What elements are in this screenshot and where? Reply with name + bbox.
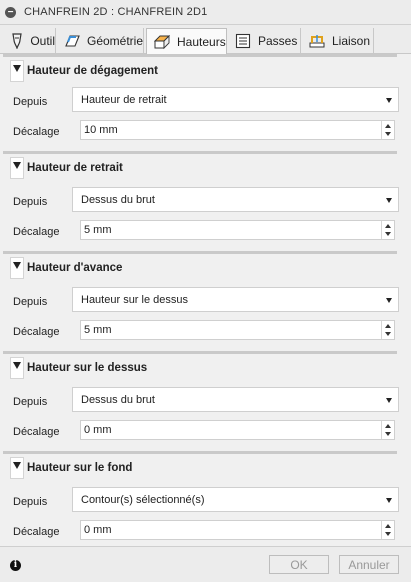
arrow-down-icon[interactable] [385, 232, 391, 236]
arrow-up-icon[interactable] [385, 324, 391, 328]
from-select-value: Hauteur sur le dessus [81, 293, 188, 306]
offset-value: 0 mm [84, 524, 112, 536]
tab-bar: Outil Géométrie Hauteurs Passes Liaison [0, 25, 411, 55]
arrow-down-icon[interactable] [385, 532, 391, 536]
passes-icon [234, 32, 252, 50]
from-select-value: Hauteur de retrait [81, 93, 167, 106]
group-title: Hauteur de retrait [27, 162, 123, 174]
stepper-buttons[interactable] [381, 121, 394, 139]
tab-geometrie-label: Géométrie [87, 34, 144, 48]
from-select[interactable]: Hauteur sur le dessus [72, 287, 399, 312]
tool-icon [9, 32, 24, 50]
from-label: Depuis [13, 496, 48, 508]
offset-label: Décalage [13, 326, 60, 338]
chevron-down-icon [386, 198, 392, 203]
from-label: Depuis [13, 196, 48, 208]
tab-passes[interactable]: Passes [228, 28, 301, 54]
heights-panel: Hauteur de dégagement Depuis Hauteur de … [0, 54, 411, 546]
chevron-down-icon [386, 298, 392, 303]
cancel-button[interactable]: Annuler [339, 555, 399, 574]
dialog-title: CHANFREIN 2D : CHANFREIN 2D1 [24, 6, 208, 18]
geometry-icon [63, 32, 81, 50]
triangle-down-icon [13, 462, 21, 469]
group-title: Hauteur d'avance [27, 262, 123, 274]
group-title: Hauteur sur le fond [27, 462, 133, 474]
offset-stepper[interactable]: 0 mm [80, 420, 395, 440]
tab-geometrie[interactable]: Géométrie [57, 28, 144, 54]
offset-stepper[interactable]: 0 mm [80, 520, 395, 540]
group-header[interactable]: Hauteur de dégagement [10, 60, 158, 82]
group-top-height: Hauteur sur le dessus Depuis Dessus du b… [3, 351, 399, 451]
arrow-up-icon[interactable] [385, 224, 391, 228]
chevron-down-icon [386, 398, 392, 403]
group-header[interactable]: Hauteur sur le fond [10, 457, 132, 479]
heights-icon [153, 33, 171, 51]
offset-label: Décalage [13, 226, 60, 238]
chevron-down-icon [386, 498, 392, 503]
from-label: Depuis [13, 396, 48, 408]
tab-liaison[interactable]: Liaison [302, 28, 374, 54]
offset-value: 10 mm [84, 124, 118, 136]
arrow-down-icon[interactable] [385, 332, 391, 336]
tab-liaison-label: Liaison [332, 34, 371, 48]
ok-button[interactable]: OK [269, 555, 329, 574]
group-header[interactable]: Hauteur sur le dessus [10, 357, 147, 379]
group-title: Hauteur sur le dessus [27, 362, 148, 374]
stepper-buttons[interactable] [381, 321, 394, 339]
group-header[interactable]: Hauteur d'avance [10, 257, 122, 279]
tab-passes-label: Passes [258, 34, 298, 48]
group-feed-height: Hauteur d'avance Depuis Hauteur sur le d… [3, 251, 399, 351]
arrow-down-icon[interactable] [385, 432, 391, 436]
offset-stepper[interactable]: 10 mm [80, 120, 395, 140]
from-select-value: Dessus du brut [81, 193, 155, 206]
stepper-buttons[interactable] [381, 421, 394, 439]
dialog-footer: i OK Annuler [0, 546, 411, 582]
tab-hauteurs[interactable]: Hauteurs [146, 28, 227, 55]
group-title: Hauteur de dégagement [27, 65, 158, 77]
offset-value: 0 mm [84, 424, 112, 436]
offset-label: Décalage [13, 126, 60, 138]
collapse-toggle[interactable] [10, 157, 24, 179]
offset-stepper[interactable]: 5 mm [80, 320, 395, 340]
from-select[interactable]: Dessus du brut [72, 187, 399, 212]
collapse-toggle[interactable] [10, 257, 24, 279]
group-clearance-height: Hauteur de dégagement Depuis Hauteur de … [3, 54, 399, 154]
tab-outil-label: Outil [30, 34, 55, 48]
from-select[interactable]: Hauteur de retrait [72, 87, 399, 112]
from-select-value: Dessus du brut [81, 393, 155, 406]
from-select-value: Contour(s) sélectionné(s) [81, 493, 205, 506]
tab-outil[interactable]: Outil [3, 28, 56, 54]
group-retract-height: Hauteur de retrait Depuis Dessus du brut… [3, 151, 399, 251]
collapse-toggle[interactable] [10, 457, 24, 479]
from-label: Depuis [13, 96, 48, 108]
arrow-up-icon[interactable] [385, 524, 391, 528]
from-select[interactable]: Dessus du brut [72, 387, 399, 412]
triangle-down-icon [13, 262, 21, 269]
offset-label: Décalage [13, 526, 60, 538]
triangle-down-icon [13, 362, 21, 369]
triangle-down-icon [13, 65, 21, 72]
from-label: Depuis [13, 296, 48, 308]
arrow-up-icon[interactable] [385, 124, 391, 128]
title-bar: − CHANFREIN 2D : CHANFREIN 2D1 [0, 0, 411, 25]
stepper-buttons[interactable] [381, 521, 394, 539]
group-bottom-height: Hauteur sur le fond Depuis Contour(s) sé… [3, 451, 399, 546]
offset-stepper[interactable]: 5 mm [80, 220, 395, 240]
offset-label: Décalage [13, 426, 60, 438]
triangle-down-icon [13, 162, 21, 169]
offset-value: 5 mm [84, 324, 112, 336]
arrow-down-icon[interactable] [385, 132, 391, 136]
info-icon[interactable]: i [10, 560, 21, 571]
linking-icon [308, 32, 326, 50]
stepper-buttons[interactable] [381, 221, 394, 239]
collapse-toggle[interactable] [10, 357, 24, 379]
chevron-down-icon [386, 98, 392, 103]
offset-value: 5 mm [84, 224, 112, 236]
group-header[interactable]: Hauteur de retrait [10, 157, 123, 179]
from-select[interactable]: Contour(s) sélectionné(s) [72, 487, 399, 512]
collapse-toggle[interactable] [10, 60, 24, 82]
collapse-dialog-icon[interactable]: − [5, 6, 16, 18]
tab-hauteurs-label: Hauteurs [177, 34, 226, 49]
arrow-up-icon[interactable] [385, 424, 391, 428]
